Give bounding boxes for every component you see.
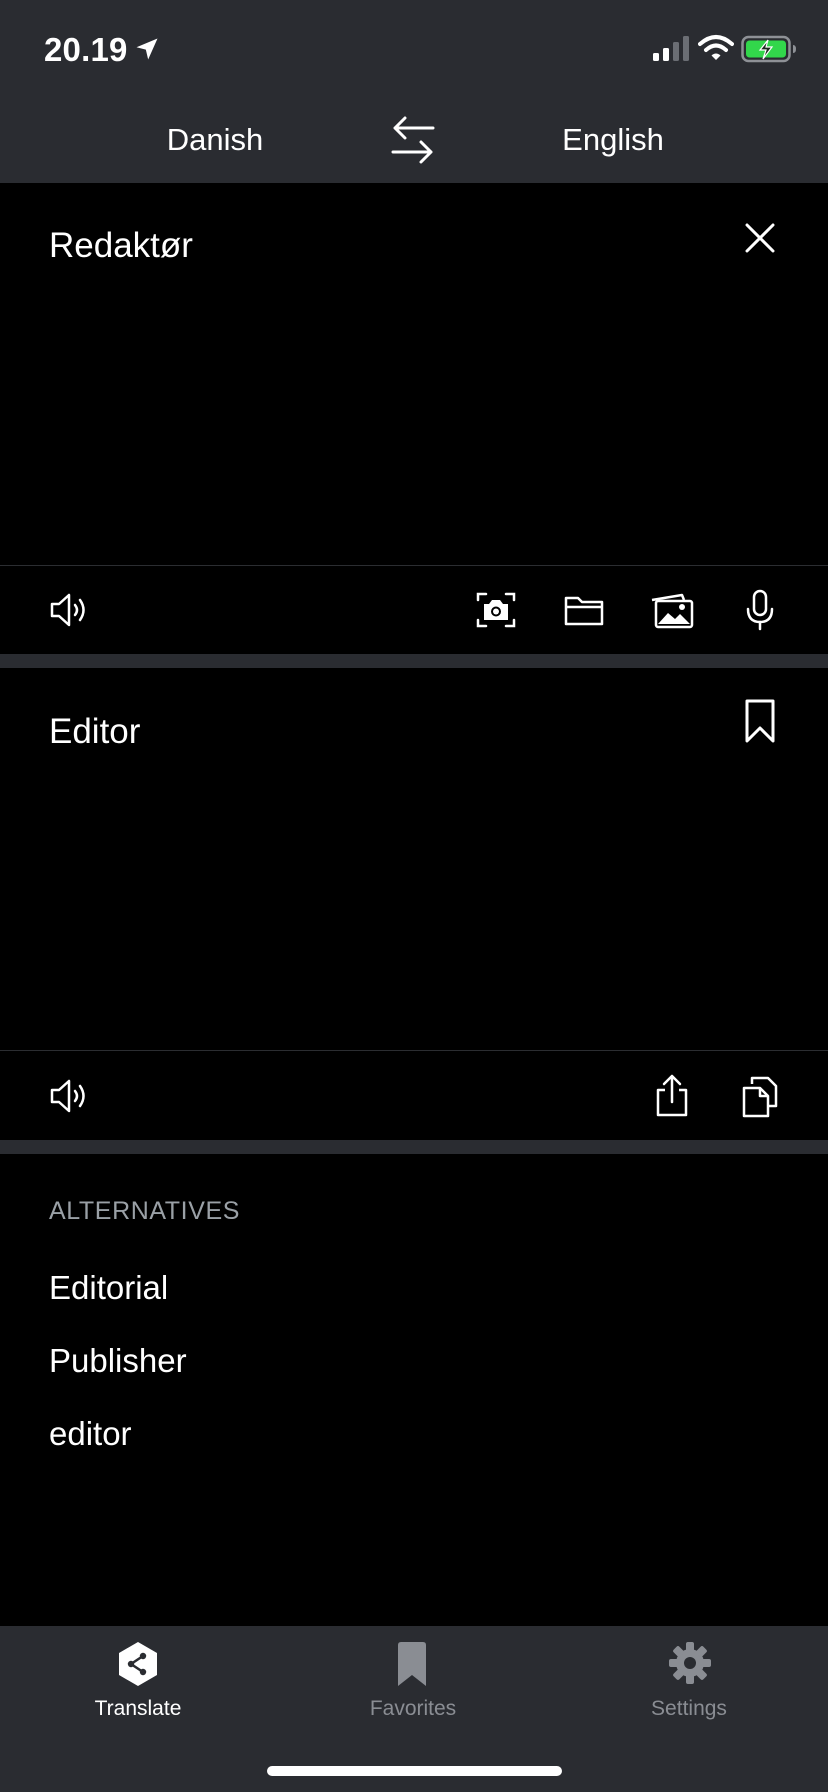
status-time: 20.19 — [44, 31, 128, 68]
close-icon[interactable] — [742, 220, 778, 256]
tab-settings[interactable]: Settings — [609, 1696, 769, 1722]
alternative-item[interactable]: editor — [49, 1412, 132, 1456]
location-arrow-icon — [136, 38, 158, 60]
folder-icon[interactable] — [560, 586, 608, 634]
battery-charging-icon — [741, 35, 796, 63]
photos-icon[interactable] — [648, 586, 696, 634]
swap-languages-icon[interactable] — [387, 114, 439, 166]
bookmark-icon[interactable] — [744, 698, 776, 744]
tab-translate[interactable]: Translate — [58, 1696, 218, 1722]
translate-logo-icon[interactable] — [116, 1640, 160, 1688]
alternative-item[interactable]: Editorial — [49, 1266, 168, 1310]
speaker-icon[interactable] — [45, 1072, 93, 1120]
alternatives-header: ALTERNATIVES — [49, 1197, 241, 1225]
target-toolbar-divider — [0, 1050, 828, 1051]
translation-output: Editor — [49, 712, 141, 751]
source-toolbar-divider — [0, 565, 828, 566]
speaker-icon[interactable] — [45, 586, 93, 634]
target-language-selector[interactable]: English — [513, 120, 713, 160]
alternative-item[interactable]: Publisher — [49, 1339, 187, 1383]
microphone-icon[interactable] — [736, 586, 784, 634]
wifi-icon — [698, 35, 734, 60]
camera-scan-icon[interactable] — [472, 586, 520, 634]
share-icon[interactable] — [648, 1072, 696, 1120]
cellular-signal-icon — [653, 36, 689, 61]
panel-separator — [0, 1140, 828, 1154]
panel-separator — [0, 654, 828, 668]
source-text-input[interactable]: Redaktør — [49, 224, 193, 268]
source-language-selector[interactable]: Danish — [115, 120, 315, 160]
home-indicator — [267, 1766, 562, 1776]
tab-favorites[interactable]: Favorites — [333, 1696, 493, 1722]
copy-icon[interactable] — [736, 1072, 784, 1120]
bookmark-icon[interactable] — [396, 1641, 428, 1687]
gear-icon[interactable] — [667, 1640, 713, 1686]
